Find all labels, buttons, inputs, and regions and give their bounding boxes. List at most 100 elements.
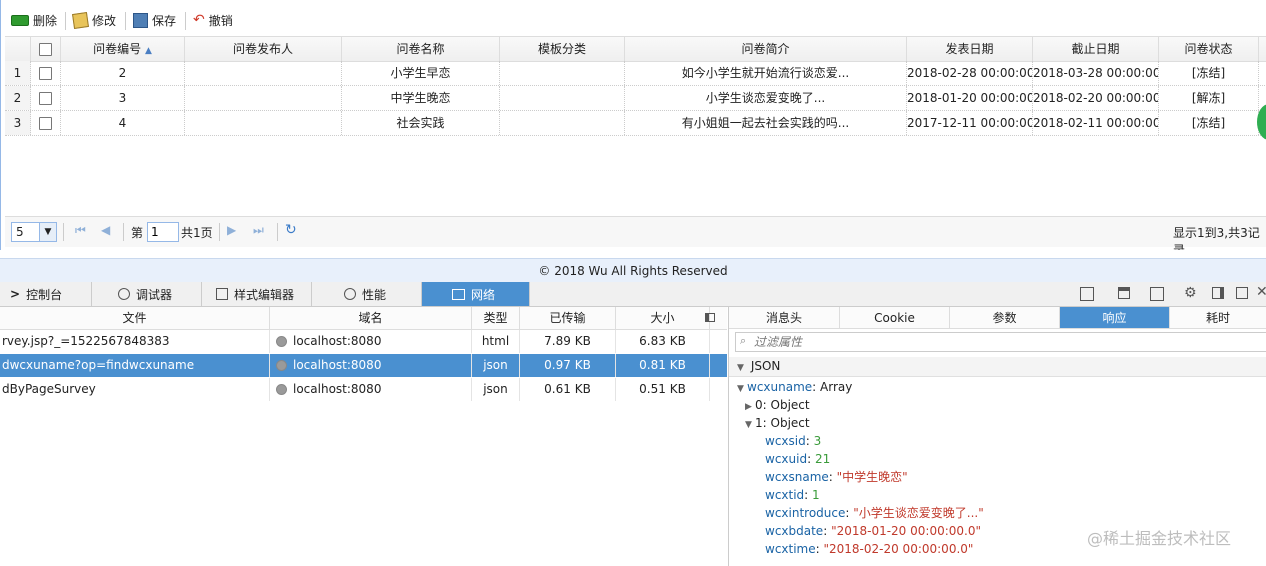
cell-intro: 小学生谈恋爱变晚了... [625, 86, 907, 110]
tab-debugger[interactable]: 调试器 [92, 282, 202, 306]
net-col-type[interactable]: 类型 [472, 307, 520, 329]
delete-button[interactable]: 删除 [11, 10, 57, 30]
filter-properties-input[interactable] [754, 334, 1254, 350]
col-header-name[interactable]: 问卷名称 [342, 37, 500, 61]
request-size: 0.51 KB [616, 378, 710, 401]
row-checkbox[interactable] [39, 67, 52, 80]
cell-status: [解冻] [1159, 86, 1259, 110]
edit-button[interactable]: 修改 [72, 10, 116, 30]
debugger-icon [118, 288, 130, 300]
network-request-row[interactable]: rvey.jsp?_=1522567848383 localhost:8080 … [0, 330, 727, 353]
json-node-item0[interactable]: ▶ 0: Object [745, 396, 810, 416]
pager-divider [219, 223, 220, 241]
cell-end-date: 2018-02-11 00:00:00. [1033, 111, 1159, 135]
cell-end-date: 2018-02-20 00:00:00. [1033, 86, 1159, 110]
gear-icon[interactable]: ⚙ [1184, 285, 1197, 301]
tab-style-editor[interactable]: 样式编辑器 [202, 282, 312, 306]
performance-icon [344, 288, 356, 300]
next-page-icon[interactable]: ▶ [227, 223, 236, 237]
json-field: wcxtid: 1 [765, 488, 820, 502]
dock-side-icon[interactable] [1212, 287, 1224, 299]
net-col-size[interactable]: 大小 [616, 307, 710, 329]
row-number: 1 [5, 61, 31, 85]
json-field: wcxsname: "中学生晚恋" [765, 470, 908, 484]
first-page-icon[interactable]: ⏮ [75, 223, 86, 238]
pager-divider [63, 223, 64, 241]
last-page-icon[interactable]: ⏭ [253, 223, 264, 238]
responsive-design-icon[interactable] [1118, 287, 1130, 299]
cell-intro: 有小姐姐一起去社会实践的吗... [625, 111, 907, 135]
style-editor-icon [216, 288, 228, 300]
page-number-input[interactable] [147, 222, 179, 242]
collapse-arrow-icon: ▼ [737, 363, 744, 373]
json-section-header[interactable]: ▼ JSON [729, 357, 1266, 377]
table-row[interactable]: 2 3 中学生晚恋 小学生谈恋爱变晚了... 2018-01-20 00:00:… [5, 86, 1266, 111]
row-select[interactable] [31, 86, 61, 110]
request-file: rvey.jsp?_=1522567848383 [0, 330, 270, 353]
network-request-row[interactable]: dwcxuname?op=findwcxuname localhost:8080… [0, 354, 727, 377]
undo-button[interactable]: ↶ 撤销 [193, 10, 233, 30]
tab-params[interactable]: 参数 [950, 307, 1060, 329]
tab-network[interactable]: 网络 [422, 282, 530, 306]
col-header-template[interactable]: 模板分类 [500, 37, 625, 61]
collapse-arrow-icon: ▼ [745, 420, 752, 430]
close-icon[interactable]: ✕ [1256, 284, 1266, 300]
toggle-sidebar-icon[interactable] [700, 307, 720, 329]
globe-icon [276, 384, 287, 395]
screenshot-icon[interactable] [1150, 287, 1164, 301]
json-node-root[interactable]: ▼ wcxuname: Array [737, 378, 852, 398]
row-number: 3 [5, 111, 31, 135]
select-all-checkbox[interactable] [39, 43, 52, 56]
toolbar-divider [185, 12, 186, 30]
row-select[interactable] [31, 61, 61, 85]
refresh-icon[interactable]: ↻ [285, 222, 297, 238]
undock-icon[interactable] [1236, 287, 1248, 299]
col-header-id[interactable]: 问卷编号 ▲ [61, 37, 185, 61]
pagination-summary: 显示1到3,共3记录 [1173, 226, 1260, 250]
cell-template [500, 86, 625, 110]
tab-timings[interactable]: 耗时 [1170, 307, 1266, 329]
row-checkbox[interactable] [39, 92, 52, 105]
request-type: html [472, 330, 520, 353]
cell-publisher [185, 61, 342, 85]
json-node-item1[interactable]: ▼ 1: Object [745, 414, 810, 434]
tab-headers[interactable]: 消息头 [729, 307, 840, 329]
filter-properties-field[interactable]: ⌕ [735, 332, 1266, 352]
split-console-icon[interactable] [1080, 287, 1094, 301]
col-header-intro[interactable]: 问卷简介 [625, 37, 907, 61]
network-request-row[interactable]: dByPageSurvey localhost:8080 json 0.61 K… [0, 378, 727, 401]
grid-toolbar: 删除 修改 保存 ↶ 撤销 [1, 6, 1266, 32]
select-all-header[interactable] [31, 37, 61, 61]
save-button[interactable]: 保存 [133, 10, 176, 30]
table-row[interactable]: 1 2 小学生早恋 如今小学生就开始流行谈恋爱... 2018-02-28 00… [5, 61, 1266, 86]
tab-console[interactable]: > 控制台 [0, 282, 92, 306]
console-icon: > [10, 287, 21, 301]
net-col-transferred[interactable]: 已传输 [520, 307, 616, 329]
site-watermark: @稀土掘金技术社区 [1087, 529, 1232, 548]
page-size-select[interactable]: 5 ▼ [11, 222, 57, 242]
net-col-file[interactable]: 文件 [0, 307, 270, 329]
tab-cookie[interactable]: Cookie [840, 307, 950, 329]
request-details-panel: 消息头 Cookie 参数 响应 耗时 ⌕ ▼ JSON ▼wcxuname: … [728, 307, 1266, 566]
net-col-domain[interactable]: 域名 [270, 307, 472, 329]
page-footer: © 2018 Wu All Rights Reserved [0, 258, 1266, 283]
tab-response[interactable]: 响应 [1060, 307, 1170, 329]
undo-icon: ↶ [193, 12, 205, 28]
tab-performance[interactable]: 性能 [312, 282, 422, 306]
request-type: json [472, 378, 520, 401]
sort-asc-icon: ▲ [144, 46, 152, 56]
col-header-pub-date[interactable]: 发表日期 [907, 37, 1033, 61]
prev-page-icon[interactable]: ◀ [101, 223, 110, 237]
col-header-publisher[interactable]: 问卷发布人 [185, 37, 342, 61]
row-checkbox[interactable] [39, 117, 52, 130]
copyright-text: © 2018 Wu All Rights Reserved [538, 264, 728, 278]
cell-id: 4 [61, 111, 185, 135]
toolbar-divider [65, 12, 66, 30]
globe-icon [276, 336, 287, 347]
request-domain-cell: localhost:8080 [270, 354, 472, 377]
table-row[interactable]: 3 4 社会实践 有小姐姐一起去社会实践的吗... 2017-12-11 00:… [5, 111, 1266, 136]
col-header-end-date[interactable]: 截止日期 [1033, 37, 1159, 61]
edit-icon [72, 11, 89, 29]
col-header-status[interactable]: 问卷状态 [1159, 37, 1259, 61]
row-select[interactable] [31, 111, 61, 135]
